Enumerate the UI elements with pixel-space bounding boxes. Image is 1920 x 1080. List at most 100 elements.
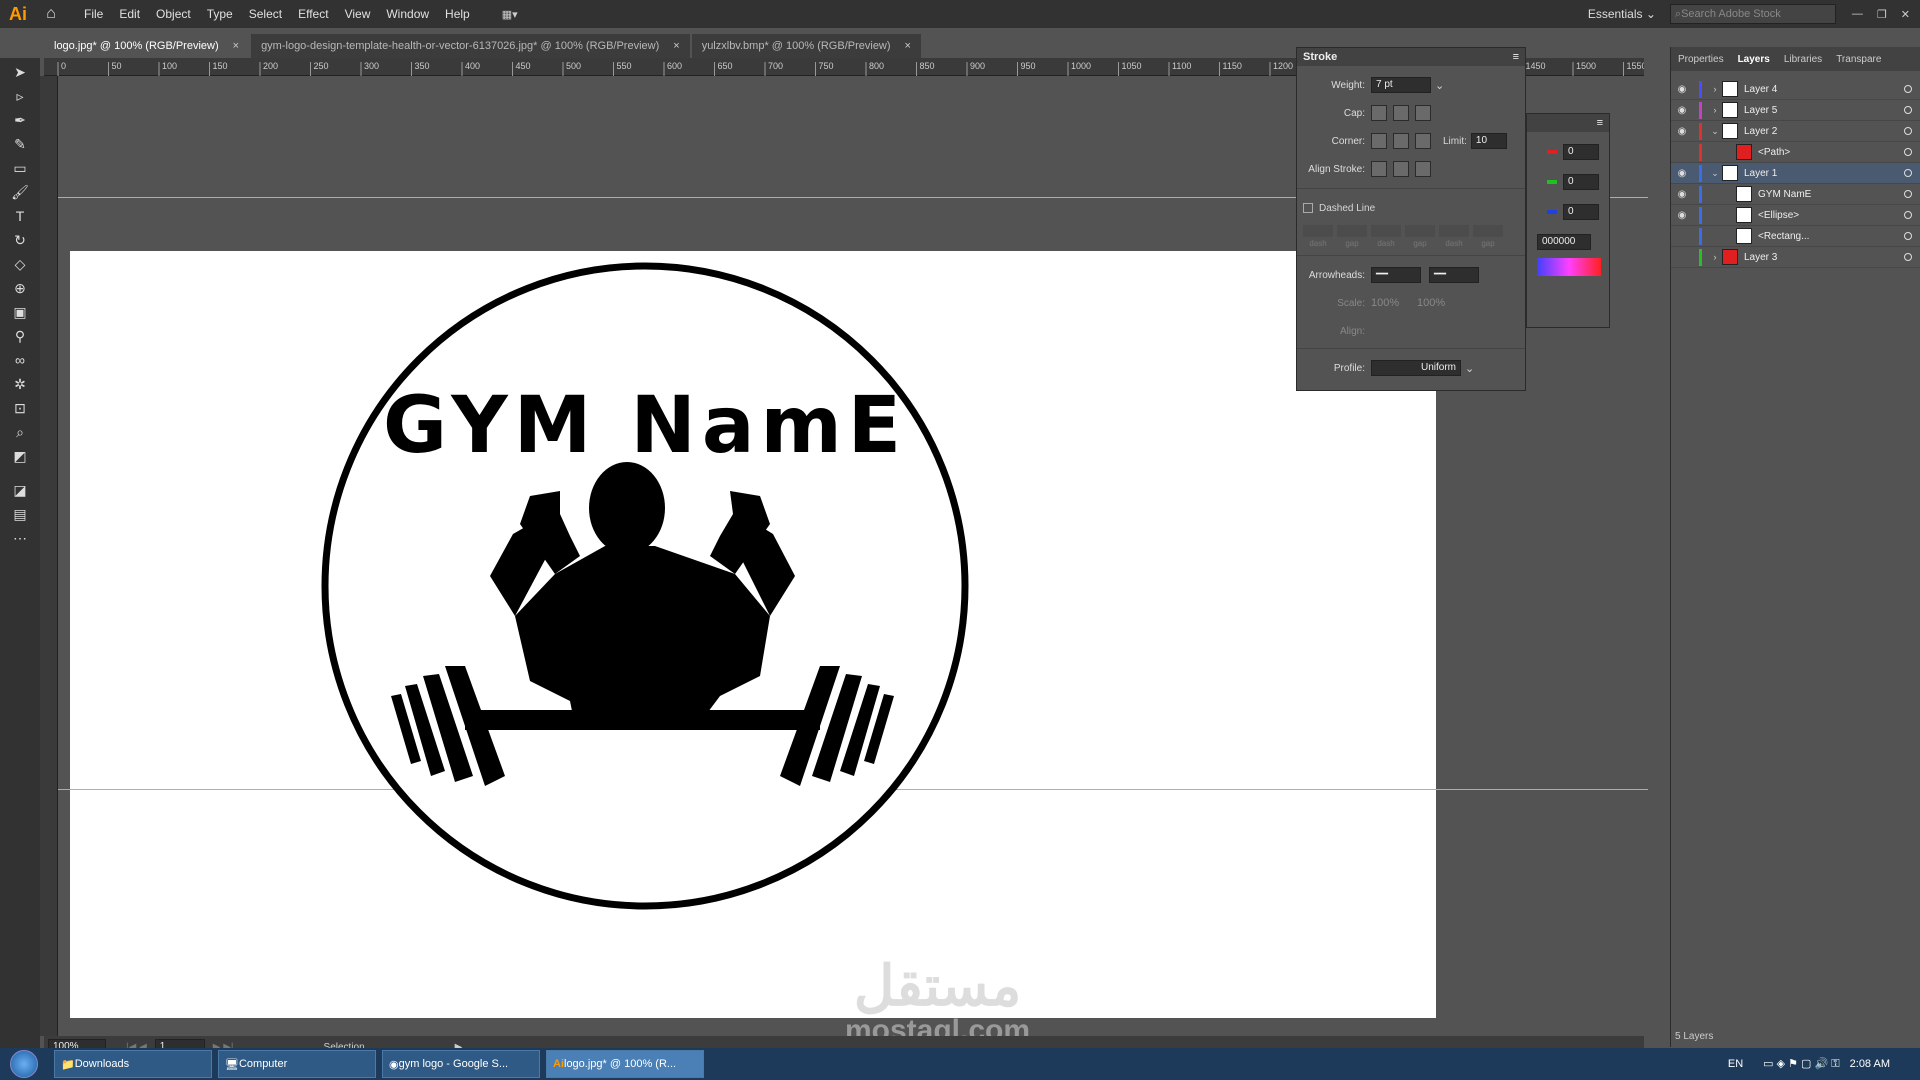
layer-name[interactable]: Layer 1 bbox=[1744, 168, 1777, 179]
menu-select[interactable]: Select bbox=[241, 0, 290, 28]
gap-field[interactable]: gap bbox=[1405, 224, 1435, 248]
direct-selection-tool-icon[interactable]: ▹ bbox=[8, 86, 32, 106]
tab-transparency[interactable]: Transpare bbox=[1829, 54, 1888, 65]
start-scale-input[interactable]: 100% bbox=[1371, 297, 1417, 309]
close-icon[interactable]: × bbox=[673, 40, 679, 52]
layer-name[interactable]: <Ellipse> bbox=[1758, 210, 1799, 221]
menu-type[interactable]: Type bbox=[199, 0, 241, 28]
layer-name[interactable]: <Rectang... bbox=[1758, 231, 1809, 242]
layer-name[interactable]: <Path> bbox=[1758, 147, 1790, 158]
tab-logo[interactable]: logo.jpg* @ 100% (RGB/Preview) × bbox=[44, 34, 250, 58]
close-icon[interactable]: ✕ bbox=[1901, 8, 1910, 21]
target-circle-icon[interactable] bbox=[1904, 127, 1912, 135]
layer-name[interactable]: Layer 2 bbox=[1744, 126, 1777, 137]
draw-mode-icon[interactable]: ◪ bbox=[8, 480, 32, 500]
gap-field[interactable]: gap bbox=[1337, 224, 1367, 248]
round-cap-icon[interactable] bbox=[1393, 105, 1409, 121]
layer-row[interactable]: ◉ › Layer 5 bbox=[1671, 100, 1920, 121]
type-tool-icon[interactable]: T bbox=[8, 206, 32, 226]
rotate-tool-icon[interactable]: ↻ bbox=[8, 230, 32, 250]
tab-yulzxlbv[interactable]: yulzxlbv.bmp* @ 100% (RGB/Preview) × bbox=[691, 34, 921, 58]
layer-row[interactable]: <Path> bbox=[1671, 142, 1920, 163]
zoom-tool-icon[interactable]: ⌕ bbox=[8, 422, 32, 442]
pen-tool-icon[interactable]: ✒ bbox=[8, 110, 32, 130]
stroke-weight-input[interactable]: 7 pt bbox=[1371, 77, 1431, 93]
target-circle-icon[interactable] bbox=[1904, 85, 1912, 93]
gym-logo-artwork[interactable]: GYM NamE bbox=[315, 256, 975, 916]
target-circle-icon[interactable] bbox=[1904, 190, 1912, 198]
visibility-eye-icon[interactable]: ◉ bbox=[1671, 210, 1693, 221]
artboard-tool-icon[interactable]: ⊡ bbox=[8, 398, 32, 418]
logo-title-text[interactable]: GYM NamE bbox=[383, 381, 907, 471]
round-join-icon[interactable] bbox=[1393, 133, 1409, 149]
panel-menu-icon[interactable]: ≡ bbox=[1513, 51, 1519, 63]
red-value-input[interactable]: 0 bbox=[1563, 144, 1599, 160]
blue-value-input[interactable]: 0 bbox=[1563, 204, 1599, 220]
target-circle-icon[interactable] bbox=[1904, 169, 1912, 177]
expand-chevron-icon[interactable]: › bbox=[1708, 84, 1722, 94]
gradient-tool-icon[interactable]: ▣ bbox=[8, 302, 32, 322]
start-arrowhead-select[interactable]: ━━ bbox=[1371, 267, 1421, 283]
more-tools-icon[interactable]: ⋯ bbox=[8, 528, 32, 548]
tray-icons[interactable]: ▭ ◈ ⚑ ▢ 🔊 ⚿ bbox=[1763, 1057, 1839, 1071]
align-center-icon[interactable] bbox=[1371, 161, 1387, 177]
eyedropper-tool-icon[interactable]: ⚲ bbox=[8, 326, 32, 346]
target-circle-icon[interactable] bbox=[1904, 106, 1912, 114]
tab-properties[interactable]: Properties bbox=[1671, 54, 1731, 65]
end-arrowhead-select[interactable]: ━━ bbox=[1429, 267, 1479, 283]
expand-chevron-icon[interactable]: › bbox=[1708, 105, 1722, 115]
menu-file[interactable]: File bbox=[76, 0, 111, 28]
target-circle-icon[interactable] bbox=[1904, 232, 1912, 240]
end-scale-input[interactable]: 100% bbox=[1417, 297, 1463, 309]
layer-name[interactable]: Layer 4 bbox=[1744, 84, 1777, 95]
dashed-line-checkbox[interactable] bbox=[1303, 203, 1313, 213]
layer-row[interactable]: ◉ GYM NamE bbox=[1671, 184, 1920, 205]
task-chrome[interactable]: ◉ gym logo - Google S... bbox=[382, 1050, 540, 1078]
visibility-eye-icon[interactable]: ◉ bbox=[1671, 126, 1693, 137]
target-circle-icon[interactable] bbox=[1904, 211, 1912, 219]
target-circle-icon[interactable] bbox=[1904, 253, 1912, 261]
task-downloads[interactable]: 📁 Downloads bbox=[54, 1050, 212, 1078]
layer-row[interactable]: <Rectang... bbox=[1671, 226, 1920, 247]
task-illustrator[interactable]: Ai logo.jpg* @ 100% (R... bbox=[546, 1050, 704, 1078]
stroke-panel-header[interactable]: Stroke ≡ bbox=[1297, 48, 1525, 66]
miter-join-icon[interactable] bbox=[1371, 133, 1387, 149]
fill-stroke-icon[interactable]: ◩ bbox=[8, 446, 32, 466]
curvature-tool-icon[interactable]: ✎ bbox=[8, 134, 32, 154]
language-indicator[interactable]: EN bbox=[1728, 1058, 1743, 1070]
color-spectrum[interactable] bbox=[1537, 258, 1601, 276]
arrange-documents-icon[interactable]: ▦▾ bbox=[502, 8, 532, 21]
menu-window[interactable]: Window bbox=[378, 0, 437, 28]
start-button[interactable] bbox=[0, 1048, 48, 1080]
symbol-sprayer-tool-icon[interactable]: ✲ bbox=[8, 374, 32, 394]
home-icon[interactable]: ⌂ bbox=[36, 5, 66, 23]
visibility-eye-icon[interactable]: ◉ bbox=[1671, 105, 1693, 116]
chevron-down-icon[interactable]: ⌄ bbox=[1465, 362, 1474, 375]
menu-help[interactable]: Help bbox=[437, 0, 478, 28]
expand-chevron-icon[interactable]: ⌄ bbox=[1708, 126, 1722, 137]
color-panel-header[interactable]: ≡ bbox=[1527, 114, 1609, 132]
paintbrush-tool-icon[interactable]: 🖌 bbox=[8, 182, 32, 202]
clock[interactable]: 2:08 AM bbox=[1850, 1058, 1890, 1070]
expand-chevron-icon[interactable]: ⌄ bbox=[1708, 168, 1722, 179]
workspace-switcher[interactable]: Essentials ⌄ bbox=[1588, 7, 1656, 21]
projecting-cap-icon[interactable] bbox=[1415, 105, 1431, 121]
menu-edit[interactable]: Edit bbox=[111, 0, 148, 28]
layer-row[interactable]: › Layer 3 bbox=[1671, 247, 1920, 268]
align-inside-icon[interactable] bbox=[1393, 161, 1409, 177]
visibility-eye-icon[interactable]: ◉ bbox=[1671, 189, 1693, 200]
visibility-eye-icon[interactable]: ◉ bbox=[1671, 84, 1693, 95]
gap-field[interactable]: gap bbox=[1473, 224, 1503, 248]
butt-cap-icon[interactable] bbox=[1371, 105, 1387, 121]
layer-name[interactable]: Layer 5 bbox=[1744, 105, 1777, 116]
align-outside-icon[interactable] bbox=[1415, 161, 1431, 177]
rectangle-tool-icon[interactable]: ▭ bbox=[8, 158, 32, 178]
layer-row[interactable]: ◉ › Layer 4 bbox=[1671, 79, 1920, 100]
layer-name[interactable]: GYM NamE bbox=[1758, 189, 1811, 200]
shape-builder-tool-icon[interactable]: ⊕ bbox=[8, 278, 32, 298]
visibility-eye-icon[interactable]: ◉ bbox=[1671, 168, 1693, 179]
dash-field[interactable]: dash bbox=[1439, 224, 1469, 248]
dash-field[interactable]: dash bbox=[1371, 224, 1401, 248]
menu-view[interactable]: View bbox=[337, 0, 379, 28]
chevron-down-icon[interactable]: ⌄ bbox=[1435, 79, 1444, 92]
